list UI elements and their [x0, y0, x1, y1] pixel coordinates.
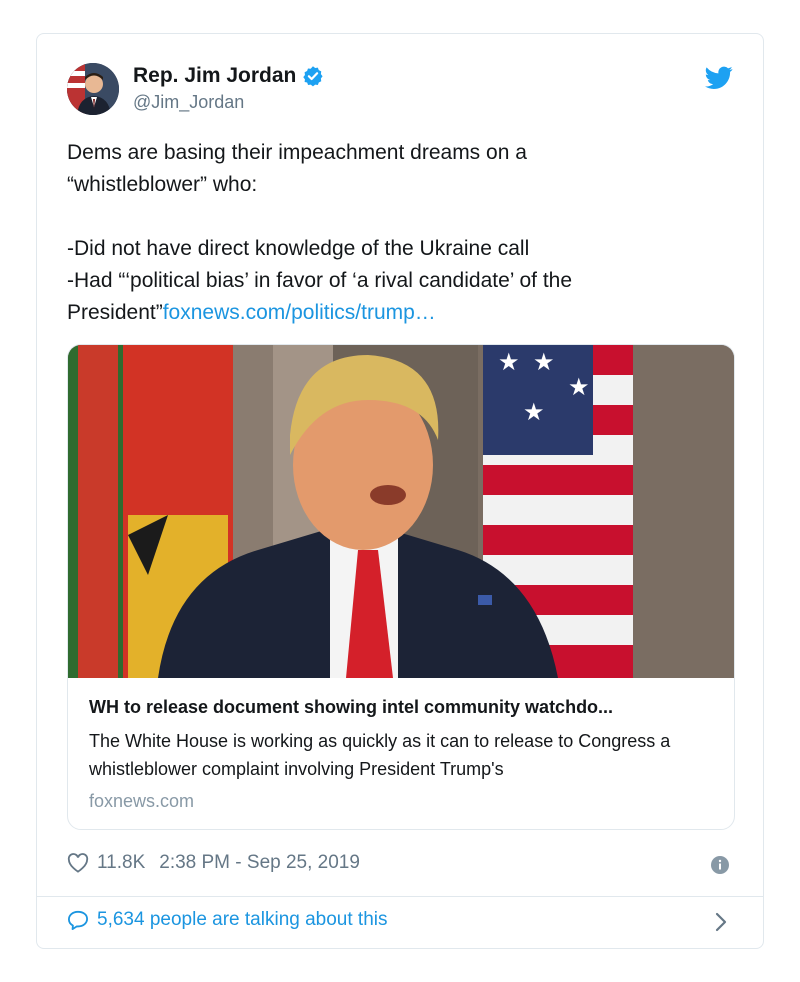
twitter-bird-icon[interactable] [705, 66, 733, 90]
link-preview-card[interactable]: ★ ★ ★ ★ WH to release document showing i… [67, 344, 735, 830]
svg-text:★: ★ [498, 349, 520, 376]
author-handle[interactable]: @Jim_Jordan [133, 92, 244, 113]
author-name-row: Rep. Jim Jordan [133, 64, 324, 88]
svg-text:★: ★ [533, 349, 555, 376]
tweet-text: Dems are basing their impeachment dreams… [67, 137, 727, 329]
link-preview-description: The White House is working as quickly as… [89, 731, 671, 779]
link-preview-image[interactable]: ★ ★ ★ ★ [68, 345, 735, 678]
embedded-tweet-card: Rep. Jim Jordan @Jim_Jordan Dems are bas… [36, 33, 764, 949]
heart-icon[interactable] [67, 853, 89, 873]
talking-about-text[interactable]: 5,634 people are talking about this [97, 909, 388, 931]
conversation-link[interactable]: 5,634 people are talking about this [67, 909, 388, 931]
chevron-right-icon[interactable] [715, 912, 727, 932]
tweet-meta-row: 11.8K 2:38 PM - Sep 25, 2019 [67, 852, 360, 874]
svg-text:★: ★ [523, 399, 545, 426]
like-count[interactable]: 11.8K [97, 852, 145, 874]
author-avatar[interactable] [67, 63, 119, 115]
tweet-body: Dems are basing their impeachment dreams… [67, 141, 573, 324]
footer-divider [37, 896, 763, 897]
svg-text:★: ★ [568, 374, 590, 401]
info-icon[interactable] [711, 856, 729, 874]
link-preview-title[interactable]: WH to release document showing intel com… [89, 695, 719, 719]
link-preview-domain: foxnews.com [89, 791, 195, 811]
speech-bubble-icon [68, 910, 88, 930]
verified-badge-icon [303, 66, 323, 87]
link-preview-body: WH to release document showing intel com… [89, 695, 719, 812]
tweet-link[interactable]: foxnews.com/politics/trump… [163, 301, 436, 324]
tweet-timestamp[interactable]: 2:38 PM - Sep 25, 2019 [159, 852, 360, 874]
author-display-name[interactable]: Rep. Jim Jordan [133, 64, 296, 88]
